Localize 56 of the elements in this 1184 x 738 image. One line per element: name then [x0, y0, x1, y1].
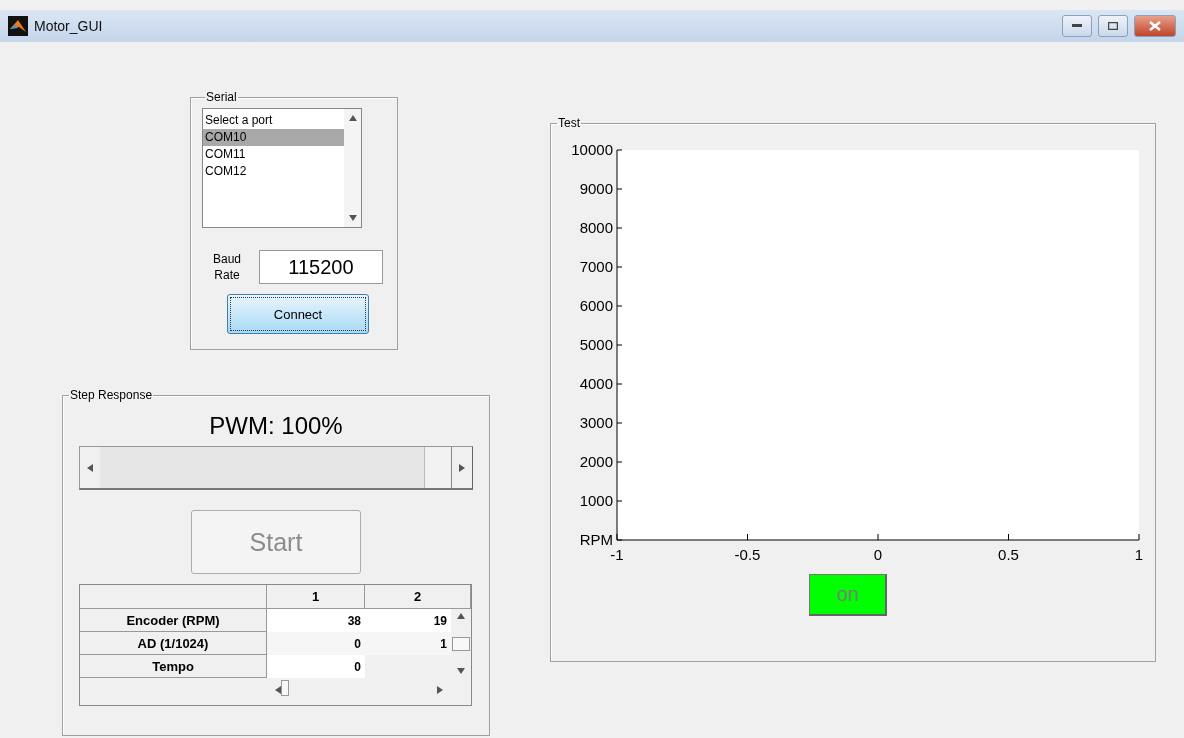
scroll-right-icon[interactable]: [437, 685, 443, 694]
pwm-slider[interactable]: [79, 446, 473, 490]
y-tick-label: 4000: [579, 375, 613, 392]
minimize-button[interactable]: [1062, 15, 1092, 37]
connect-button[interactable]: Connect: [227, 294, 369, 334]
close-icon: [1149, 21, 1161, 31]
slider-thumb[interactable]: [424, 447, 452, 488]
y-tick-label: 7000: [579, 258, 613, 275]
scroll-thumb-icon[interactable]: [452, 636, 470, 651]
x-tick-label: 1: [1134, 546, 1144, 563]
vertical-scrollbar[interactable]: [344, 109, 361, 227]
baud-rate-field[interactable]: 115200: [259, 250, 383, 284]
port-list[interactable]: Select a port COM10 COM11 COM12: [202, 108, 362, 228]
list-item[interactable]: COM12: [203, 163, 344, 180]
row-header: Encoder (RPM): [80, 609, 267, 632]
panel-title: Test: [557, 116, 581, 130]
minimize-icon: [1072, 24, 1082, 28]
y-tick-label: 1000: [579, 492, 613, 509]
scroll-down-icon[interactable]: [457, 668, 465, 674]
scroll-up-icon[interactable]: [457, 613, 465, 619]
y-tick-label: RPM: [579, 531, 613, 548]
list-item[interactable]: COM10: [203, 129, 344, 146]
slider-left-icon[interactable]: [87, 463, 93, 472]
close-button[interactable]: [1134, 15, 1176, 37]
row-header: AD (1/1024): [80, 632, 267, 655]
y-tick-label: 6000: [579, 297, 613, 314]
pwm-label: PWM: 100%: [208, 412, 344, 440]
x-tick-label: 0.5: [998, 546, 1019, 563]
maximize-icon: [1108, 22, 1118, 30]
table-cell: 38: [267, 609, 365, 632]
panel-title: Step Response: [69, 388, 154, 402]
window-title: Motor_GUI: [34, 18, 104, 34]
y-tick-label: 8000: [579, 219, 613, 236]
x-tick-label: -0.5: [734, 546, 761, 563]
maximize-button[interactable]: [1098, 15, 1128, 37]
list-item[interactable]: COM11: [203, 146, 344, 163]
scroll-up-icon[interactable]: [348, 115, 357, 121]
slider-right-icon[interactable]: [459, 463, 465, 472]
x-tick-label: -1: [610, 546, 624, 563]
table-cell: 0: [267, 655, 365, 678]
y-tick-label: 3000: [579, 414, 613, 431]
y-tick-label: 9000: [579, 180, 613, 197]
panel-title: Serial: [205, 90, 238, 104]
app-logo-icon: [8, 16, 28, 36]
baud-rate-label: Baud Rate: [212, 251, 242, 283]
table-cell: 1: [365, 632, 451, 655]
scroll-down-icon[interactable]: [348, 215, 357, 221]
list-item[interactable]: Select a port: [203, 112, 344, 129]
x-tick-label: 0: [873, 546, 883, 563]
row-header: Tempo: [80, 655, 267, 678]
table-cell: 19: [365, 609, 451, 632]
y-tick-label: 10000: [571, 141, 613, 158]
y-tick-label: 2000: [579, 453, 613, 470]
scroll-thumb-icon[interactable]: [281, 679, 289, 696]
table-cell: 0: [267, 632, 365, 655]
y-tick-label: 5000: [579, 336, 613, 353]
